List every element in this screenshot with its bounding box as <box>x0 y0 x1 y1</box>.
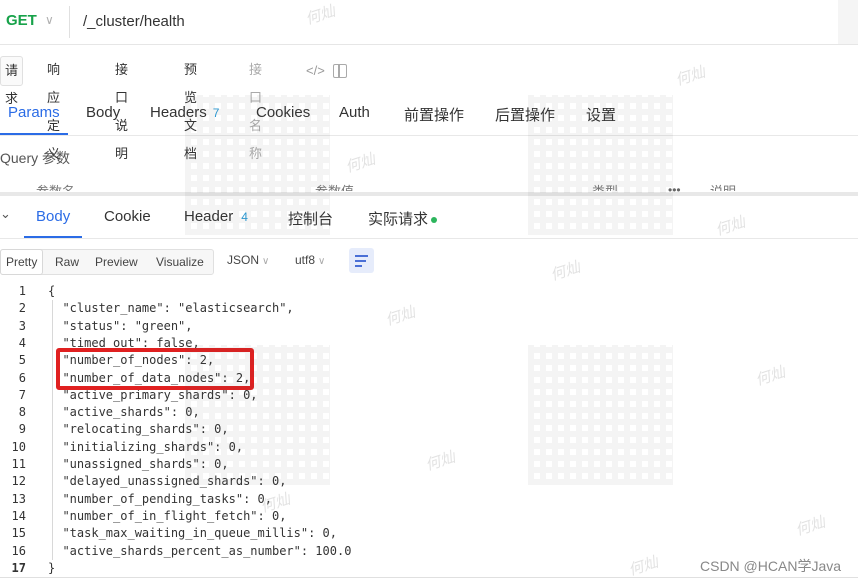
query-params-label: Query 参数 <box>0 150 71 166</box>
code-icon[interactable]: </> <box>306 63 325 78</box>
line-number: 4 <box>18 336 26 350</box>
encoding-select[interactable]: utf8 ∨ <box>295 253 325 267</box>
watermark: 何灿 <box>713 213 748 240</box>
panel-icon[interactable] <box>333 64 347 78</box>
line-number: 6 <box>18 371 26 385</box>
param-header-name: 参数名 <box>36 183 75 191</box>
line-number: 8 <box>18 405 26 419</box>
code-line: "active_shards": 0, <box>48 405 200 419</box>
tab-params[interactable]: Params <box>8 104 60 121</box>
doc-tab-response-definition[interactable]: 响应定义 <box>43 56 64 161</box>
watermark: 何灿 <box>793 513 828 540</box>
watermark: 何灿 <box>753 363 788 390</box>
line-number: 1 <box>18 284 26 298</box>
code-line: "active_shards_percent_as_number": 100.0 <box>48 544 352 558</box>
line-number: 3 <box>18 319 26 333</box>
collapse-chevron-icon[interactable]: ⌄ <box>0 206 11 222</box>
watermark: 何灿 <box>626 553 661 580</box>
code-line: "cluster_name": "elasticsearch", <box>48 301 294 315</box>
code-line: "task_max_waiting_in_queue_millis": 0, <box>48 526 337 540</box>
watermark: 何灿 <box>423 448 458 475</box>
url-bar-edge <box>838 0 858 44</box>
view-visualize-button[interactable]: Visualize <box>151 250 209 274</box>
line-number: 5 <box>18 353 26 367</box>
view-preview-button[interactable]: Preview <box>90 250 143 274</box>
chevron-down-icon[interactable]: ∨ <box>45 13 54 27</box>
code-line: "number_of_in_flight_fetch": 0, <box>48 509 287 523</box>
watermark: 何灿 <box>383 303 418 330</box>
resp-tab-actual-request-label: 实际请求 <box>368 211 429 228</box>
line-number: 13 <box>11 492 26 506</box>
watermark-pattern <box>185 345 330 485</box>
watermark-pattern <box>528 345 673 485</box>
line-number: 11 <box>11 457 26 471</box>
tabs-divider <box>0 135 858 136</box>
resp-tab-cookie[interactable]: Cookie <box>104 208 151 225</box>
watermark: 何灿 <box>548 258 583 285</box>
line-number: 10 <box>11 440 26 454</box>
resp-tabs-divider <box>0 238 858 239</box>
code-line: { <box>48 284 56 298</box>
line-number: 16 <box>11 544 26 558</box>
doc-tab-request[interactable]: 请求 <box>0 56 24 106</box>
watermark: 何灿 <box>343 150 378 177</box>
line-number: 9 <box>18 422 26 436</box>
watermark: 何灿 <box>673 63 708 90</box>
line-number: 17 <box>11 561 26 575</box>
code-line: "status": "green", <box>48 319 193 333</box>
bottom-border <box>0 577 858 578</box>
line-number: 2 <box>18 301 26 315</box>
api-name-field[interactable]: 接口名称 <box>245 56 266 161</box>
format-select-value: JSON <box>227 253 260 267</box>
resp-tab-actual-request[interactable]: 实际请求 <box>368 208 438 229</box>
watermark-pattern <box>185 95 330 235</box>
panel-resize-handle[interactable] <box>0 192 858 196</box>
tab-auth[interactable]: Auth <box>339 104 370 121</box>
code-line: } <box>48 561 56 575</box>
param-header-description: 说明 <box>710 183 736 191</box>
wrap-lines-icon[interactable] <box>349 248 374 273</box>
csdn-credit: CSDN @HCAN学Java <box>700 558 842 574</box>
tab-pre-operations[interactable]: 前置操作 <box>404 104 464 125</box>
tab-body[interactable]: Body <box>86 104 120 121</box>
code-line: "number_of_pending_tasks": 0, <box>48 492 272 506</box>
chevron-down-icon: ∨ <box>318 256 326 267</box>
view-mode-group: Pretty Raw Preview Visualize <box>0 249 214 275</box>
method-select[interactable]: GET <box>6 12 37 29</box>
chevron-down-icon: ∨ <box>262 256 270 267</box>
line-number: 14 <box>11 509 26 523</box>
watermark-pattern <box>528 95 673 235</box>
view-pretty-button[interactable]: Pretty <box>0 249 44 275</box>
status-dot-icon <box>431 217 438 224</box>
view-raw-button[interactable]: Raw <box>50 250 84 274</box>
line-number: 15 <box>11 526 26 540</box>
line-number: 12 <box>11 474 26 488</box>
url-input[interactable]: /_cluster/health <box>83 13 185 30</box>
encoding-select-value: utf8 <box>295 253 316 267</box>
doc-tab-preview-doc[interactable]: 预览文档 <box>180 56 201 161</box>
line-number: 7 <box>18 388 26 402</box>
doc-tab-api-description[interactable]: 接口说明 <box>111 56 132 161</box>
resp-tab-body[interactable]: Body <box>36 208 70 225</box>
format-select[interactable]: JSON ∨ <box>227 253 269 267</box>
url-separator <box>69 6 70 38</box>
